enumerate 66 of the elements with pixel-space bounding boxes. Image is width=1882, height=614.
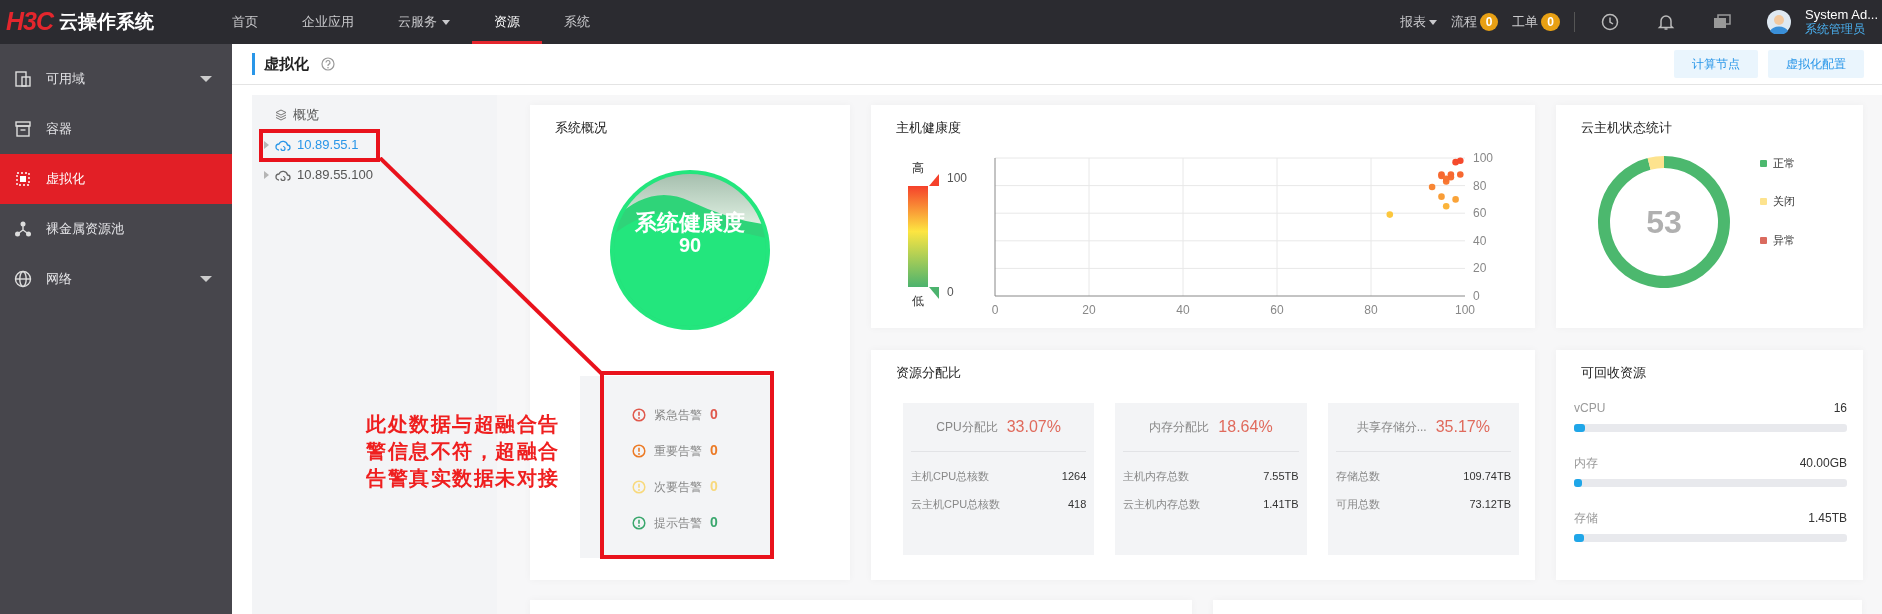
card-title: 云主机状态统计 — [1580, 119, 1673, 137]
resource-value: 1.45TB — [1808, 509, 1847, 527]
alert-count: 0 — [710, 441, 719, 460]
stat-row-label: 可用总数 — [1335, 497, 1380, 513]
gauge-value: 90 — [678, 233, 702, 256]
alert-count: 0 — [710, 477, 719, 496]
x-tick-label: 0 — [991, 302, 999, 317]
user-role: 系统管理员 — [1805, 22, 1866, 37]
x-tick-label: 20 — [1082, 302, 1096, 317]
legend-label: 异常 — [1773, 232, 1795, 248]
resource-value: 40.00GB — [1799, 454, 1847, 472]
product-name: 云操作系统 — [59, 9, 154, 34]
resource-value: 16 — [1833, 399, 1847, 417]
logo-brand: H3C — [6, 6, 53, 38]
total-count: 53 — [1646, 202, 1682, 242]
resource-label: 内存 — [1574, 454, 1598, 472]
stat-percent: 33.07% — [1006, 416, 1061, 437]
stat-label: 共享存储分... — [1356, 418, 1427, 436]
x-tick-label: 100 — [1455, 302, 1475, 317]
resource-label: 存储 — [1574, 509, 1598, 527]
x-tick-label: 60 — [1270, 302, 1284, 317]
y-tick-label: 40 — [1473, 233, 1487, 248]
scale-label: 高 — [912, 160, 924, 175]
gauge-label: 系统健康度 — [635, 211, 745, 234]
alert-label: 重要告警 — [654, 442, 702, 460]
stat-row-value: 73.12TB — [1469, 497, 1511, 513]
y-tick-label: 60 — [1473, 205, 1487, 220]
alert-label: 次要告警 — [654, 478, 702, 496]
card-title: 主机健康度 — [895, 119, 962, 137]
alert-label: 提示告警 — [654, 514, 702, 532]
stat-percent: 35.17% — [1435, 416, 1490, 437]
y-tick-label: 100 — [1473, 150, 1494, 165]
scale-max-label: 100 — [947, 170, 968, 185]
stat-label: CPU分配比 — [936, 418, 998, 436]
stat-row-value: 1.41TB — [1263, 497, 1299, 513]
count-badge: 0 — [1479, 13, 1499, 31]
alert-count: 0 — [710, 513, 719, 532]
scale-label: 低 — [912, 293, 924, 308]
stat-row-value: 109.74TB — [1463, 469, 1511, 485]
y-tick-label: 20 — [1473, 260, 1487, 275]
count-badge: 0 — [1541, 13, 1560, 31]
alert-label: 紧急告警 — [654, 406, 702, 424]
stat-row-label: 云主机CPU总核数 — [911, 497, 1001, 513]
stat-row-value: 418 — [1067, 497, 1087, 513]
stat-row-value: 1264 — [1061, 469, 1087, 485]
page-title: 虚拟化 — [252, 52, 309, 76]
alert-count: 0 — [710, 405, 719, 424]
resource-label: vCPU — [1574, 399, 1606, 417]
legend-label: 正常 — [1773, 155, 1795, 171]
stat-percent: 18.64% — [1218, 416, 1273, 437]
stat-row-label: 主机CPU总核数 — [911, 469, 990, 485]
stat-row-label: 存储总数 — [1335, 469, 1380, 485]
stat-row-label: 云主机内存总数 — [1123, 497, 1201, 513]
card-title: 资源分配比 — [895, 364, 962, 382]
card-title: 系统概况 — [554, 119, 608, 137]
scale-min-label: 0 — [947, 284, 954, 299]
y-tick-label: 80 — [1473, 178, 1487, 193]
card-title: 可回收资源 — [1580, 364, 1647, 382]
x-tick-label: 40 — [1176, 302, 1190, 317]
stat-label: 内存分配比 — [1149, 418, 1210, 436]
legend-label: 关闭 — [1773, 194, 1795, 210]
y-tick-label: 0 — [1473, 288, 1480, 303]
stat-row-value: 7.55TB — [1263, 469, 1299, 485]
x-tick-label: 80 — [1364, 302, 1378, 317]
annotation-text: 此处数据与超融合告警信息不符，超融合告警真实数据未对接 — [366, 412, 561, 491]
stat-row-label: 主机内存总数 — [1123, 469, 1190, 485]
